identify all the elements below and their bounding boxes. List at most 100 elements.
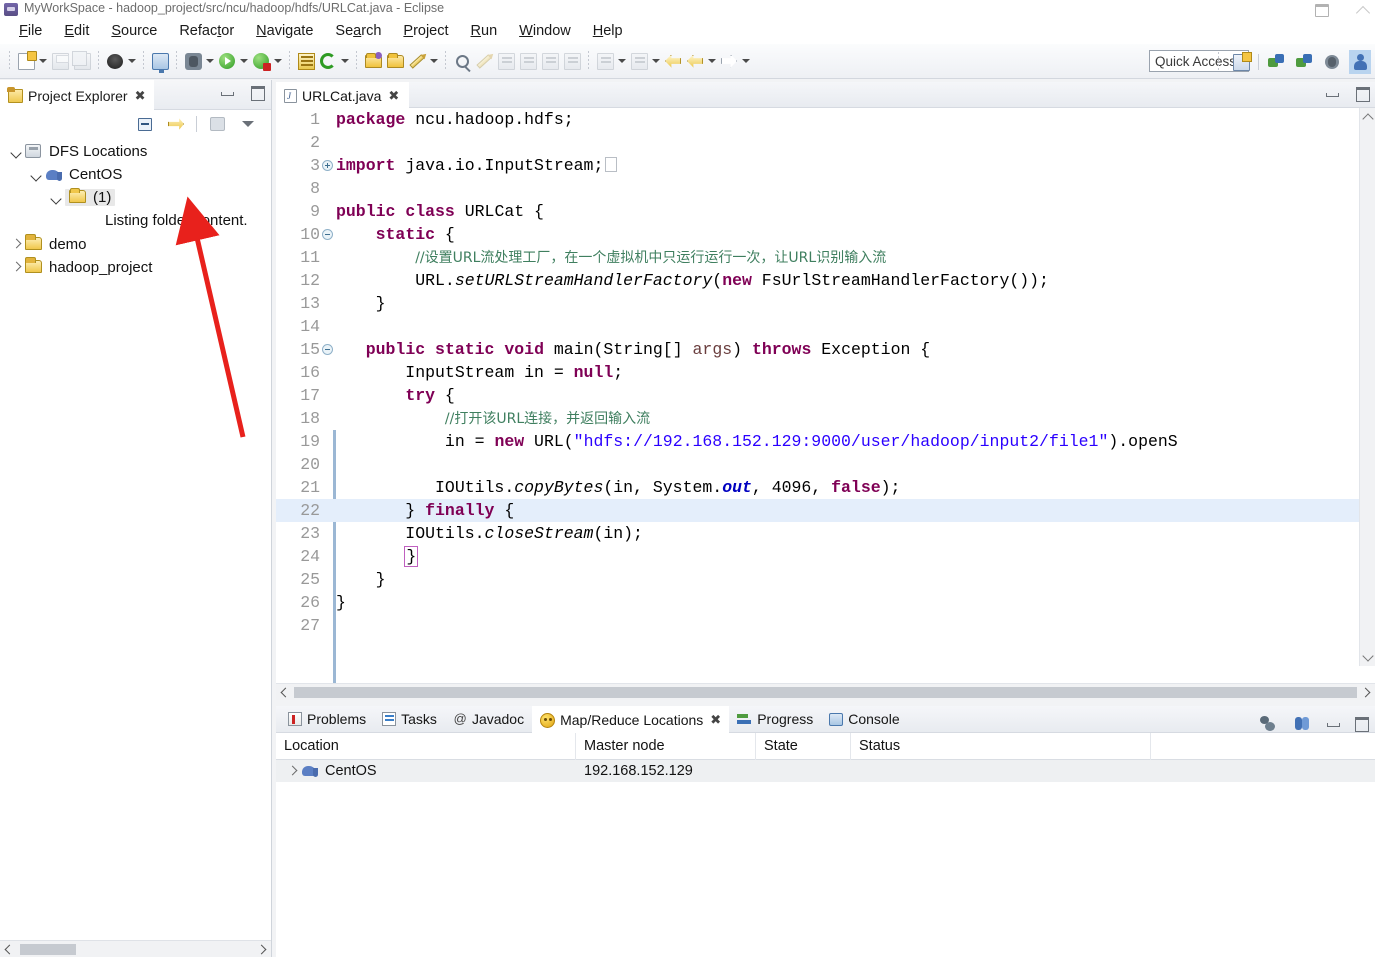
tree-item-content[interactable]: CentOS xyxy=(45,166,122,183)
editor-hscroll-thumb[interactable] xyxy=(294,686,1357,698)
new-annotation-button[interactable] xyxy=(406,49,428,73)
menu-navigate[interactable]: Navigate xyxy=(245,21,324,41)
code-line-9[interactable]: 9 public class URLCat { xyxy=(276,200,1375,223)
minimize-view-button[interactable] xyxy=(1325,716,1341,730)
tree-item-content[interactable]: (1) xyxy=(65,187,116,206)
new-annotation-dropdown[interactable] xyxy=(428,49,440,73)
table-row[interactable]: CentOS 192.168.152.129 xyxy=(276,760,1375,782)
project-explorer-hscrollbar[interactable] xyxy=(0,940,271,957)
open-mapreduce-perspective-button[interactable] xyxy=(1265,50,1287,74)
editor-hscrollbar[interactable] xyxy=(276,683,1375,700)
menu-window[interactable]: Window xyxy=(508,21,582,41)
restore-button[interactable] xyxy=(1313,2,1329,17)
tree-item-hadoop_project[interactable]: hadoop_project xyxy=(0,256,271,279)
code-line-3[interactable]: 3 import java.io.InputStream; xyxy=(276,154,1375,177)
refresh-button[interactable] xyxy=(317,49,339,73)
open-type-button[interactable] xyxy=(362,49,384,73)
code-line-12[interactable]: 12 URL.setURLStreamHandlerFactory(new Fs… xyxy=(276,269,1375,292)
next-annotation-button[interactable] xyxy=(473,49,495,73)
scroll-left-icon[interactable] xyxy=(276,685,293,700)
minimize-view-button[interactable] xyxy=(219,85,235,99)
fold-minus-icon[interactable] xyxy=(322,344,333,355)
chevron-right-icon[interactable] xyxy=(8,236,25,253)
hscroll-thumb[interactable] xyxy=(20,943,76,955)
column-header-state[interactable]: State xyxy=(756,732,851,760)
tree-item-dfslocations[interactable]: DFS Locations xyxy=(0,140,271,163)
menu-help[interactable]: Help xyxy=(582,21,634,41)
code-line-20[interactable]: 20 xyxy=(276,453,1375,476)
new-wizard-dropdown[interactable] xyxy=(37,49,49,73)
menu-edit[interactable]: Edit xyxy=(53,21,100,41)
toggle-block-selection-button[interactable] xyxy=(561,49,583,73)
tree-item-content[interactable]: hadoop_project xyxy=(25,256,152,276)
tree-item-content[interactable]: DFS Locations xyxy=(25,143,147,160)
code-line-13[interactable]: 13 } xyxy=(276,292,1375,315)
maximize-view-button[interactable] xyxy=(249,85,265,101)
code-line-14[interactable]: 14 xyxy=(276,315,1375,338)
tab-javadoc[interactable]: @ Javadoc xyxy=(445,706,532,733)
column-header-status[interactable]: Status xyxy=(851,732,1151,760)
menu-search[interactable]: Search xyxy=(324,21,392,41)
menu-file[interactable]: File xyxy=(8,21,53,41)
open-mapreduce-perspective-alt-button[interactable] xyxy=(1293,50,1315,74)
tab-problems[interactable]: Problems xyxy=(280,706,374,733)
tab-map-reduce-locations[interactable]: Map/Reduce Locations ✖ xyxy=(532,705,730,733)
debug-perspective-button[interactable] xyxy=(1321,50,1343,74)
code-line-2[interactable]: 2 xyxy=(276,131,1375,154)
forward-button[interactable] xyxy=(718,49,740,73)
focus-on-active-task-icon[interactable] xyxy=(206,112,228,136)
code-line-25[interactable]: 25 } xyxy=(276,568,1375,591)
run-button[interactable] xyxy=(216,49,238,73)
code-line-23[interactable]: 23 IOUtils.closeStream(in); xyxy=(276,522,1375,545)
column-header-location[interactable]: Location xyxy=(276,732,576,760)
code-line-16[interactable]: 16 InputStream in = null; xyxy=(276,361,1375,384)
previous-annotation-button[interactable] xyxy=(495,49,517,73)
next-edit-location-button[interactable] xyxy=(594,49,616,73)
close-icon[interactable]: ✖ xyxy=(710,712,721,728)
fold-plus-icon[interactable] xyxy=(322,160,333,171)
menu-source[interactable]: Source xyxy=(100,21,168,41)
open-console-button[interactable] xyxy=(149,49,171,73)
chevron-down-icon[interactable] xyxy=(8,143,25,160)
code-line-1[interactable]: 1 package ncu.hadoop.hdfs; xyxy=(276,108,1375,131)
toggle-mark-occurrences-button[interactable] xyxy=(517,49,539,73)
tab-project-explorer[interactable]: Project Explorer ✖ xyxy=(0,80,154,110)
close-icon[interactable]: ✖ xyxy=(388,88,399,104)
minimize-button[interactable] xyxy=(1355,2,1371,16)
previous-edit-dropdown[interactable] xyxy=(650,49,662,73)
new-java-project-button[interactable] xyxy=(295,49,317,73)
code-line-18[interactable]: 18 //打开该URL连接，并返回输入流 xyxy=(276,407,1375,430)
scroll-right-icon[interactable] xyxy=(1358,685,1375,700)
code-line-24[interactable]: 24 } xyxy=(276,545,1375,568)
next-edit-dropdown[interactable] xyxy=(616,49,628,73)
tab-progress[interactable]: Progress xyxy=(729,706,821,733)
previous-edit-location-button[interactable] xyxy=(628,49,650,73)
search-button[interactable] xyxy=(451,49,473,73)
run-external-tools-dropdown[interactable] xyxy=(272,49,284,73)
code-text-area[interactable]: 1 package ncu.hadoop.hdfs; 2 3 import java.i… xyxy=(276,108,1375,683)
save-all-button[interactable] xyxy=(71,49,93,73)
code-line-17[interactable]: 17 try { xyxy=(276,384,1375,407)
chevron-right-icon[interactable] xyxy=(284,763,301,780)
edit-hadoop-location-icon[interactable] xyxy=(1291,711,1313,735)
new-wizard-button[interactable] xyxy=(15,49,37,73)
fold-minus-icon[interactable] xyxy=(322,229,333,240)
minimize-editor-button[interactable] xyxy=(1324,86,1340,100)
show-whitespace-button[interactable] xyxy=(539,49,561,73)
back-history-button[interactable] xyxy=(684,49,706,73)
refresh-dropdown[interactable] xyxy=(339,49,351,73)
link-with-editor-icon[interactable] xyxy=(165,112,187,136)
tab-tasks[interactable]: Tasks xyxy=(374,706,445,733)
code-line-21[interactable]: 21 IOUtils.copyBytes(in, System.out, 409… xyxy=(276,476,1375,499)
scroll-right-icon[interactable] xyxy=(254,942,271,957)
chevron-right-icon[interactable] xyxy=(8,259,25,276)
tree-item-1[interactable]: (1) xyxy=(0,186,271,209)
menu-refactor[interactable]: Refactor xyxy=(168,21,245,41)
tree-item-centos[interactable]: CentOS xyxy=(0,163,271,186)
column-header-master-node[interactable]: Master node xyxy=(576,732,756,760)
new-hadoop-location-icon[interactable] xyxy=(1257,711,1279,735)
code-line-8[interactable]: 8 xyxy=(276,177,1375,200)
tab-console[interactable]: Console xyxy=(821,706,907,733)
tree-item-demo[interactable]: demo xyxy=(0,233,271,256)
menu-project[interactable]: Project xyxy=(392,21,459,41)
